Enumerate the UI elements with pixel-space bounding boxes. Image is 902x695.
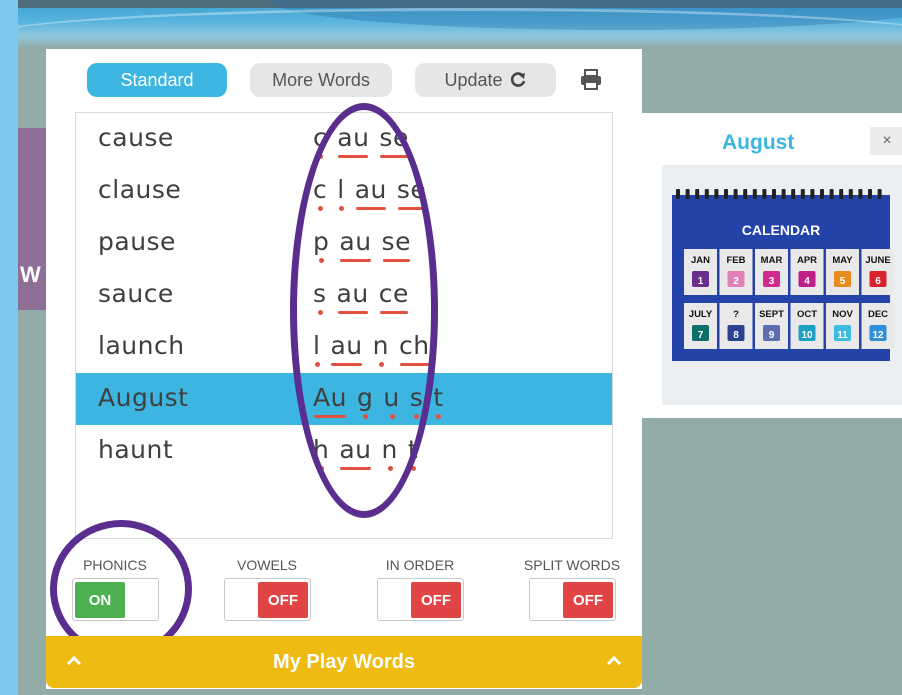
- left-edge-strip: [0, 0, 18, 695]
- month-number: 2: [733, 276, 739, 287]
- month-label: MAR: [761, 255, 783, 266]
- month-number: 5: [840, 276, 846, 287]
- top-banner: [18, 0, 902, 48]
- calendar-ring: [724, 189, 728, 199]
- month-label: DEC: [868, 309, 888, 320]
- calendar-ring: [829, 189, 834, 199]
- calendar-ring: [762, 189, 767, 199]
- month-label: NOV: [832, 309, 853, 320]
- printer-icon[interactable]: [578, 68, 604, 92]
- calendar-ring: [752, 189, 757, 199]
- word-image-popup: August × CALENDAR JAN 1 FEB 2 MAR 3 APR 4 MAY 5 JUN…: [642, 113, 902, 418]
- word-text: clause: [98, 175, 182, 204]
- my-play-words-title: My Play Words: [273, 650, 415, 673]
- calendar-ring: [820, 189, 824, 199]
- month-number: 11: [837, 330, 848, 341]
- month-label: ?: [733, 309, 739, 320]
- side-card-text: W: [20, 262, 41, 287]
- calendar-illustration: CALENDAR JAN 1 FEB 2 MAR 3 APR 4 MAY 5 JUNE 6 JULY 7? 8…: [672, 189, 895, 361]
- calendar-ring: [858, 189, 863, 199]
- phonics-segment: t: [433, 383, 443, 419]
- toggle-label-split-words: SPLIT WORDS: [523, 557, 621, 573]
- calendar-ring: [800, 189, 805, 199]
- popup-title: August: [722, 131, 795, 154]
- annotation-oval-phonics-column: [290, 103, 438, 518]
- toggle-state: OFF: [411, 582, 461, 618]
- toggle-state: OFF: [258, 582, 308, 618]
- word-text: launch: [98, 331, 185, 360]
- close-button[interactable]: ×: [870, 127, 902, 155]
- month-number: 8: [733, 330, 739, 341]
- month-number: 9: [769, 330, 775, 341]
- month-label: APR: [797, 255, 817, 266]
- word-text: haunt: [98, 435, 174, 464]
- toggle-in-order[interactable]: OFF: [377, 578, 464, 621]
- update-button-label: Update: [444, 69, 503, 90]
- calendar-ring: [781, 189, 786, 199]
- toggle-vowels[interactable]: OFF: [224, 578, 311, 621]
- my-play-words-bar[interactable]: My Play Words: [46, 636, 642, 688]
- calendar-ring: [733, 189, 738, 199]
- calendar-ring: [848, 189, 853, 199]
- calendar-ring: [676, 189, 680, 199]
- month-number: 6: [875, 276, 881, 287]
- month-number: 3: [769, 276, 775, 287]
- month-label: JULY: [689, 309, 713, 320]
- chevron-up-icon[interactable]: [64, 650, 84, 670]
- month-label: JAN: [691, 255, 710, 266]
- chevron-up-icon[interactable]: [604, 650, 624, 670]
- word-text: cause: [98, 123, 174, 152]
- month-number: 12: [872, 330, 884, 341]
- month-label: FEB: [727, 255, 746, 266]
- month-label: JUNE: [865, 255, 890, 266]
- calendar-ring: [685, 189, 690, 199]
- calendar-ring: [868, 189, 872, 199]
- background-side-card: W: [18, 128, 48, 310]
- tab-more-words-label: More Words: [272, 69, 370, 90]
- tab-standard[interactable]: Standard: [87, 63, 227, 97]
- update-button[interactable]: Update: [415, 63, 556, 97]
- close-icon: ×: [882, 132, 892, 149]
- toggle-label-in-order: IN ORDER: [385, 557, 455, 573]
- calendar-ring: [772, 189, 776, 199]
- toggle-label-vowels: VOWELS: [237, 557, 297, 573]
- month-number: 1: [698, 276, 704, 287]
- calendar-ring: [743, 189, 748, 199]
- banner-wave-line: [18, 8, 902, 48]
- toggle-state: OFF: [563, 582, 613, 618]
- tab-more-words[interactable]: More Words: [250, 63, 392, 97]
- calendar-ring: [791, 189, 796, 199]
- calendar-heading: CALENDAR: [742, 222, 821, 238]
- calendar-image: CALENDAR JAN 1 FEB 2 MAR 3 APR 4 MAY 5 JUNE 6 JULY 7? 8…: [662, 165, 902, 405]
- month-label: OCT: [797, 309, 817, 320]
- month-label: MAY: [832, 255, 853, 266]
- word-text: August: [98, 383, 189, 412]
- refresh-icon: [510, 72, 525, 87]
- calendar-ring: [877, 189, 882, 199]
- calendar-ring: [839, 189, 844, 199]
- month-number: 7: [698, 330, 704, 341]
- month-number: 10: [801, 330, 813, 341]
- calendar-ring: [695, 189, 700, 199]
- month-number: 4: [804, 276, 810, 287]
- calendar-ring: [704, 189, 709, 199]
- word-text: pause: [98, 227, 176, 256]
- month-label: SEPT: [759, 309, 784, 320]
- calendar-ring: [714, 189, 719, 199]
- word-text: sauce: [98, 279, 174, 308]
- tab-standard-label: Standard: [120, 69, 194, 90]
- calendar-ring: [810, 189, 815, 199]
- toggle-split-words[interactable]: OFF: [529, 578, 616, 621]
